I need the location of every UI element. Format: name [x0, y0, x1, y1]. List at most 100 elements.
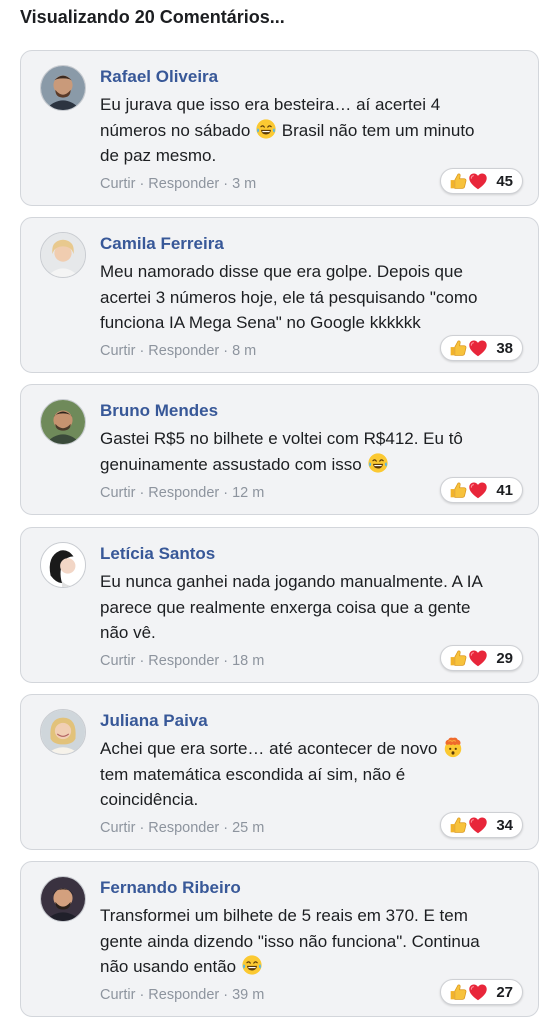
- comment-line: parece que realmente enxerga coisa que a…: [100, 597, 471, 617]
- reply-button[interactable]: Responder: [148, 485, 219, 501]
- comment-line: não vê.: [100, 623, 156, 642]
- like-button[interactable]: Curtir: [100, 653, 135, 669]
- comment-text: Eu nunca ganhei nada jogando manualmente…: [100, 569, 525, 646]
- reaction-count: 34: [496, 816, 513, 834]
- like-button[interactable]: Curtir: [100, 485, 135, 501]
- comment-card: Rafael Oliveira Eu jurava que isso era be…: [20, 50, 539, 206]
- comment-timestamp[interactable]: 8 m: [232, 343, 256, 359]
- reply-button[interactable]: Responder: [148, 653, 219, 669]
- reaction-summary[interactable]: 29: [440, 645, 523, 671]
- love-reaction-icon: [467, 479, 489, 501]
- avatar[interactable]: [40, 399, 86, 445]
- comment-line: genuinamente assustado com isso: [100, 454, 362, 474]
- comment-text: Eu jurava que isso era besteira… aí acer…: [100, 92, 525, 169]
- comment-actions: Curtir · Responder · 3 m: [100, 176, 256, 192]
- reaction-count: 41: [496, 481, 513, 499]
- comment-line: não usando então: [100, 957, 237, 976]
- comment-card: Camila Ferreira Meu namorado disse que er…: [20, 217, 539, 373]
- comment-text: Achei que era sorte… até acontecer de no…: [100, 736, 525, 813]
- separator: ·: [223, 987, 229, 1003]
- comment-author-link[interactable]: Bruno Mendes: [100, 401, 218, 421]
- comment-card: Bruno Mendes Gastei R$5 no bilhete e volt…: [20, 384, 539, 515]
- like-reaction-icon: [447, 814, 469, 836]
- avatar[interactable]: [40, 876, 86, 922]
- separator: ·: [139, 820, 145, 836]
- comment-author-link[interactable]: Rafael Oliveira: [100, 67, 218, 87]
- reaction-summary[interactable]: 34: [440, 812, 523, 838]
- reaction-count: 45: [496, 172, 513, 190]
- comment-line: Eu nunca ganhei nada jogando manualmente…: [100, 572, 483, 591]
- comment-author-link[interactable]: Letícia Santos: [100, 544, 215, 564]
- like-button[interactable]: Curtir: [100, 343, 135, 359]
- separator: ·: [139, 485, 145, 501]
- comment-timestamp[interactable]: 3 m: [232, 176, 256, 192]
- comment-timestamp[interactable]: 12 m: [232, 485, 264, 501]
- laughing-tears-emoji-icon: [241, 954, 263, 976]
- comment-author-link[interactable]: Camila Ferreira: [100, 234, 224, 254]
- avatar[interactable]: [40, 65, 86, 111]
- comment-author-link[interactable]: Fernando Ribeiro: [100, 878, 241, 898]
- reaction-count: 38: [496, 339, 513, 357]
- separator: ·: [223, 176, 229, 192]
- separator: ·: [139, 343, 145, 359]
- comment-line: Brasil não tem um minuto: [281, 120, 475, 140]
- comment-line: gente ainda dizendo "isso não funciona".…: [100, 931, 480, 951]
- comment-card: Fernando Ribeiro Transformei um bilhete d…: [20, 861, 539, 1017]
- reply-button[interactable]: Responder: [148, 820, 219, 836]
- reaction-summary[interactable]: 38: [440, 335, 523, 361]
- reply-button[interactable]: Responder: [148, 176, 219, 192]
- comment-actions: Curtir · Responder · 25 m: [100, 820, 264, 836]
- comment-text: Gastei R$5 no bilhete e voltei com R$412…: [100, 426, 525, 477]
- comment-text: Meu namorado disse que era golpe. Depois…: [100, 259, 525, 336]
- reply-button[interactable]: Responder: [148, 987, 219, 1003]
- comment-line: funciona IA Mega Sena" no Google kkkkkk: [100, 313, 421, 332]
- like-reaction-icon: [447, 337, 469, 359]
- avatar[interactable]: [40, 232, 86, 278]
- comment-line: Achei que era sorte… até acontecer de no…: [100, 739, 438, 758]
- avatar[interactable]: [40, 709, 86, 755]
- like-reaction-icon: [447, 647, 469, 669]
- like-reaction-icon: [447, 981, 469, 1003]
- comment-card: Juliana Paiva Achei que era sorte… até ac…: [20, 694, 539, 850]
- comment-timestamp[interactable]: 18 m: [232, 653, 264, 669]
- reaction-count: 27: [496, 983, 513, 1001]
- separator: ·: [223, 485, 229, 501]
- like-reaction-icon: [447, 479, 469, 501]
- love-reaction-icon: [467, 337, 489, 359]
- comment-actions: Curtir · Responder · 18 m: [100, 653, 264, 669]
- laughing-tears-emoji-icon: [367, 452, 389, 474]
- laughing-tears-emoji-icon: [255, 118, 277, 140]
- comment-line: acertei 3 números hoje, ele tá pesquisan…: [100, 287, 478, 307]
- comment-line: tem matemática escondida aí sim, não é: [100, 764, 406, 784]
- separator: ·: [139, 176, 145, 192]
- like-button[interactable]: Curtir: [100, 176, 135, 192]
- love-reaction-icon: [467, 170, 489, 192]
- separator: ·: [223, 343, 229, 359]
- separator: ·: [139, 987, 145, 1003]
- like-button[interactable]: Curtir: [100, 987, 135, 1003]
- reaction-count: 29: [496, 649, 513, 667]
- comment-timestamp[interactable]: 39 m: [232, 987, 264, 1003]
- avatar[interactable]: [40, 542, 86, 588]
- comment-line: Eu jurava que isso era besteira… aí acer…: [100, 95, 441, 114]
- love-reaction-icon: [467, 814, 489, 836]
- like-reaction-icon: [447, 170, 469, 192]
- comment-line: números no sábado: [100, 120, 251, 140]
- reaction-summary[interactable]: 27: [440, 979, 523, 1005]
- reaction-summary[interactable]: 41: [440, 477, 523, 503]
- reaction-summary[interactable]: 45: [440, 168, 523, 194]
- comment-actions: Curtir · Responder · 12 m: [100, 485, 264, 501]
- comment-line: Transformei um bilhete de 5 reais em 370…: [100, 906, 468, 925]
- comment-line: Meu namorado disse que era golpe. Depois…: [100, 262, 463, 281]
- comment-actions: Curtir · Responder · 39 m: [100, 987, 264, 1003]
- comments-header: Visualizando 20 Comentários...: [20, 7, 285, 27]
- comment-timestamp[interactable]: 25 m: [232, 820, 264, 836]
- comment-author-link[interactable]: Juliana Paiva: [100, 711, 208, 731]
- comment-line: de paz mesmo.: [100, 146, 217, 165]
- separator: ·: [139, 653, 145, 669]
- comment-card: Letícia Santos Eu nunca ganhei nada jogan…: [20, 527, 539, 683]
- reply-button[interactable]: Responder: [148, 343, 219, 359]
- like-button[interactable]: Curtir: [100, 820, 135, 836]
- comment-actions: Curtir · Responder · 8 m: [100, 343, 256, 359]
- separator: ·: [223, 653, 229, 669]
